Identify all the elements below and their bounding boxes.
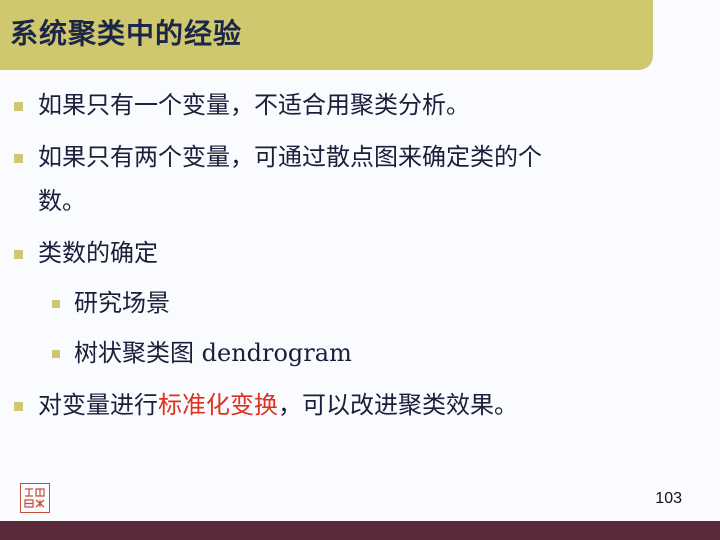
bullet-item-continuation: 数。	[38, 187, 86, 215]
bullet-item: 如果只有一个变量，不适合用聚类分析。	[38, 91, 470, 119]
bullet-marker	[14, 250, 23, 259]
bullet-marker	[14, 154, 23, 163]
title-bar: 系统聚类中的经验	[0, 0, 653, 70]
bullet-text-start: 对变量进行	[38, 391, 158, 419]
footer-bar	[0, 521, 720, 540]
sub-bullet-marker	[52, 300, 60, 308]
page-number: 103	[655, 490, 682, 507]
bullet-item: 对变量进行标准化变换，可以改进聚类效果。	[38, 384, 518, 426]
highlighted-term: 标准化变换	[158, 391, 278, 419]
bullet-marker	[14, 102, 23, 111]
sub-bullet-item: 树状聚类图 dendrogram	[74, 339, 352, 367]
slide-title: 系统聚类中的经验	[10, 17, 243, 50]
sub-bullet-item: 研究场景	[74, 289, 170, 317]
bullet-item: 如果只有两个变量，可通过散点图来确定类的个	[38, 143, 542, 171]
slide: 系统聚类中的经验 如果只有一个变量，不适合用聚类分析。 如果只有两个变量，可通过…	[0, 0, 720, 540]
seal-logo-icon	[20, 483, 50, 513]
sub-bullet-marker	[52, 350, 60, 358]
bullet-text-end: ，可以改进聚类效果。	[278, 391, 518, 419]
bullet-marker	[14, 402, 23, 411]
bullet-item: 类数的确定	[38, 239, 158, 267]
